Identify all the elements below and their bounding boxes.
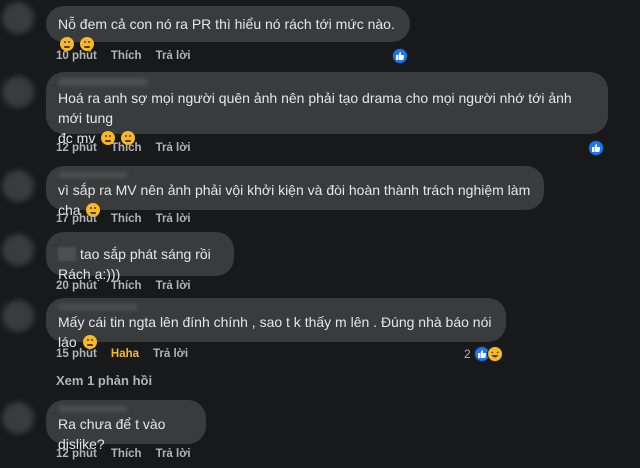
- view-replies-link[interactable]: Xem 1 phản hồi: [56, 373, 152, 388]
- comment-time[interactable]: 12 phút: [56, 142, 97, 154]
- like-icon[interactable]: [392, 48, 408, 64]
- comment-meta: 12 phút Thích Trả lời: [56, 142, 191, 154]
- author-name[interactable]: [58, 78, 148, 86]
- haha-icon[interactable]: [487, 346, 503, 362]
- comment-time[interactable]: 10 phút: [56, 50, 97, 62]
- like-link[interactable]: Thích: [111, 213, 142, 225]
- comment-meta: 20 phút Thích Trả lời: [56, 280, 191, 292]
- comment-text: tao sắp phát sáng rồi Rách ạ:))): [58, 246, 211, 282]
- comment-bubble: Nỗ đem cả con nó ra PR thì hiểu nó rách …: [46, 6, 410, 51]
- comment-bubble: Hoá ra anh sợ mọi người quên ảnh nên phả…: [46, 72, 608, 146]
- comment-time[interactable]: 20 phút: [56, 280, 97, 292]
- like-link[interactable]: Thích: [111, 448, 142, 460]
- like-link[interactable]: Thích: [111, 280, 142, 292]
- comment-bubble: vì sắp ra MV nên ảnh phải vội khởi kiện …: [46, 166, 544, 218]
- reply-link[interactable]: Trả lời: [156, 448, 191, 460]
- avatar[interactable]: [2, 300, 34, 332]
- mention-tag[interactable]: [58, 247, 76, 261]
- reply-link[interactable]: Trả lời: [156, 50, 191, 62]
- emoji-icon: [82, 335, 97, 349]
- like-icon[interactable]: [588, 140, 604, 156]
- avatar[interactable]: [2, 402, 34, 434]
- comment-meta: 17 phút Thích Trả lời: [56, 213, 191, 225]
- author-name[interactable]: [58, 406, 128, 412]
- reply-link[interactable]: Trả lời: [153, 348, 188, 360]
- comment-meta: 15 phút Haha Trả lời: [56, 348, 188, 360]
- comment-bubble: tao sắp phát sáng rồi Rách ạ:))): [46, 232, 234, 282]
- emoji-icon: [60, 37, 74, 51]
- author-name[interactable]: [58, 172, 128, 178]
- reaction-count[interactable]: 2: [464, 347, 471, 361]
- reply-link[interactable]: Trả lời: [156, 280, 191, 292]
- comment-meta: 12 phút Thích Trả lời: [56, 448, 191, 460]
- like-link[interactable]: Thích: [111, 50, 142, 62]
- like-link[interactable]: Thích: [111, 142, 142, 154]
- comment-text: Nỗ đem cả con nó ra PR thì hiểu nó rách …: [58, 16, 395, 32]
- emoji-icon: [79, 37, 94, 51]
- reply-link[interactable]: Trả lời: [156, 213, 191, 225]
- comment-time[interactable]: 17 phút: [56, 213, 97, 225]
- author-name[interactable]: [58, 304, 138, 310]
- comment-text: Hoá ra anh sợ mọi người quên ảnh nên phả…: [58, 90, 572, 126]
- comment-time[interactable]: 15 phút: [56, 348, 97, 360]
- avatar[interactable]: [2, 2, 34, 34]
- comment-bubble: Mấy cái tin ngta lên đính chính , sao t …: [46, 298, 506, 350]
- avatar[interactable]: [2, 170, 34, 202]
- comment-meta: 10 phút Thích Trả lời: [56, 50, 191, 62]
- comment-text: Ra chưa để t vào dislike?: [58, 416, 166, 452]
- avatar[interactable]: [2, 234, 34, 266]
- comment-text: Mấy cái tin ngta lên đính chính , sao t …: [58, 314, 492, 350]
- haha-link[interactable]: Haha: [111, 348, 139, 360]
- reply-link[interactable]: Trả lời: [156, 142, 191, 154]
- comment-time[interactable]: 12 phút: [56, 448, 97, 460]
- avatar[interactable]: [2, 76, 34, 108]
- comment-bubble: Ra chưa để t vào dislike?: [46, 400, 206, 452]
